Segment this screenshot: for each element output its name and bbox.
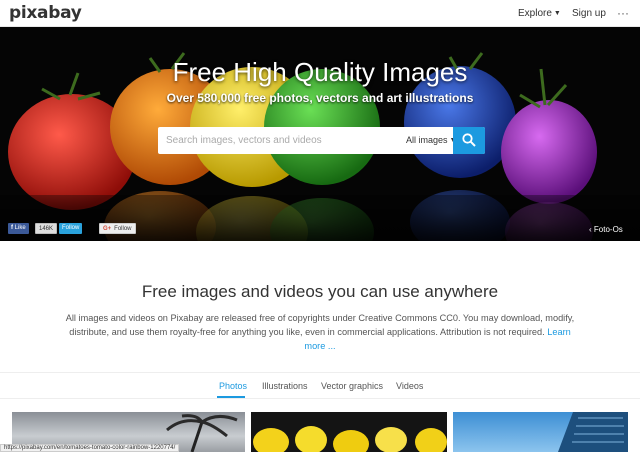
top-navbar: pixabay Explore ▼ Sign up ··· bbox=[0, 0, 640, 27]
pixabay-logo[interactable]: pixabay bbox=[9, 3, 82, 23]
hero-banner: Free High Quality Images Over 580,000 fr… bbox=[0, 27, 640, 241]
facebook-icon: f bbox=[11, 225, 13, 231]
tab-videos[interactable]: Videos bbox=[396, 381, 423, 391]
explore-menu[interactable]: Explore ▼ bbox=[518, 8, 561, 19]
tab-vector-graphics[interactable]: Vector graphics bbox=[321, 381, 383, 391]
browser-status-bar: https://pixabay.com/en/tomatoes-tomato-c… bbox=[0, 444, 180, 452]
googleplus-label: Follow bbox=[114, 226, 132, 232]
tabs-divider-bottom bbox=[0, 398, 640, 399]
facebook-like-label: Like bbox=[14, 225, 26, 231]
search-type-select[interactable]: All images▼ bbox=[406, 135, 456, 145]
intro-paragraph: All images and videos on Pixabay are rel… bbox=[60, 311, 580, 353]
search-icon bbox=[462, 133, 476, 147]
explore-label: Explore bbox=[518, 8, 552, 19]
yellow-flowers-image bbox=[253, 426, 447, 452]
intro-text: All images and videos on Pixabay are rel… bbox=[65, 313, 575, 337]
facebook-like-count: 146K bbox=[35, 223, 58, 234]
caret-down-icon: ▼ bbox=[553, 10, 561, 17]
hero-subtitle: Over 580,000 free photos, vectors and ar… bbox=[166, 91, 474, 105]
image-thumbnail[interactable] bbox=[251, 412, 447, 452]
photo-credit-link[interactable]: ‹ Foto-Os bbox=[589, 225, 623, 234]
hero-title: Free High Quality Images bbox=[172, 57, 468, 87]
building-image bbox=[558, 412, 628, 452]
tab-photos[interactable]: Photos bbox=[219, 381, 247, 391]
photo-credit-name: Foto-Os bbox=[593, 225, 623, 234]
twitter-label: Follow bbox=[62, 225, 80, 231]
more-menu-icon[interactable]: ··· bbox=[617, 6, 629, 20]
googleplus-icon: G+ bbox=[103, 226, 112, 232]
search-button[interactable] bbox=[453, 127, 485, 154]
chevron-left-icon: ‹ bbox=[589, 225, 592, 234]
twitter-follow-button[interactable]: Follow bbox=[59, 223, 83, 234]
tabs-divider bbox=[0, 372, 640, 373]
search-input[interactable] bbox=[158, 127, 398, 154]
image-thumbnail[interactable] bbox=[453, 412, 628, 452]
search-bar: All images▼ bbox=[158, 127, 485, 154]
googleplus-follow-button[interactable]: G+ Follow bbox=[99, 223, 136, 234]
tab-illustrations[interactable]: Illustrations bbox=[262, 381, 308, 391]
facebook-like-button[interactable]: f Like bbox=[8, 223, 29, 234]
intro-heading: Free images and videos you can use anywh… bbox=[141, 282, 499, 301]
signup-link[interactable]: Sign up bbox=[572, 8, 606, 19]
search-type-label: All images bbox=[406, 135, 448, 145]
